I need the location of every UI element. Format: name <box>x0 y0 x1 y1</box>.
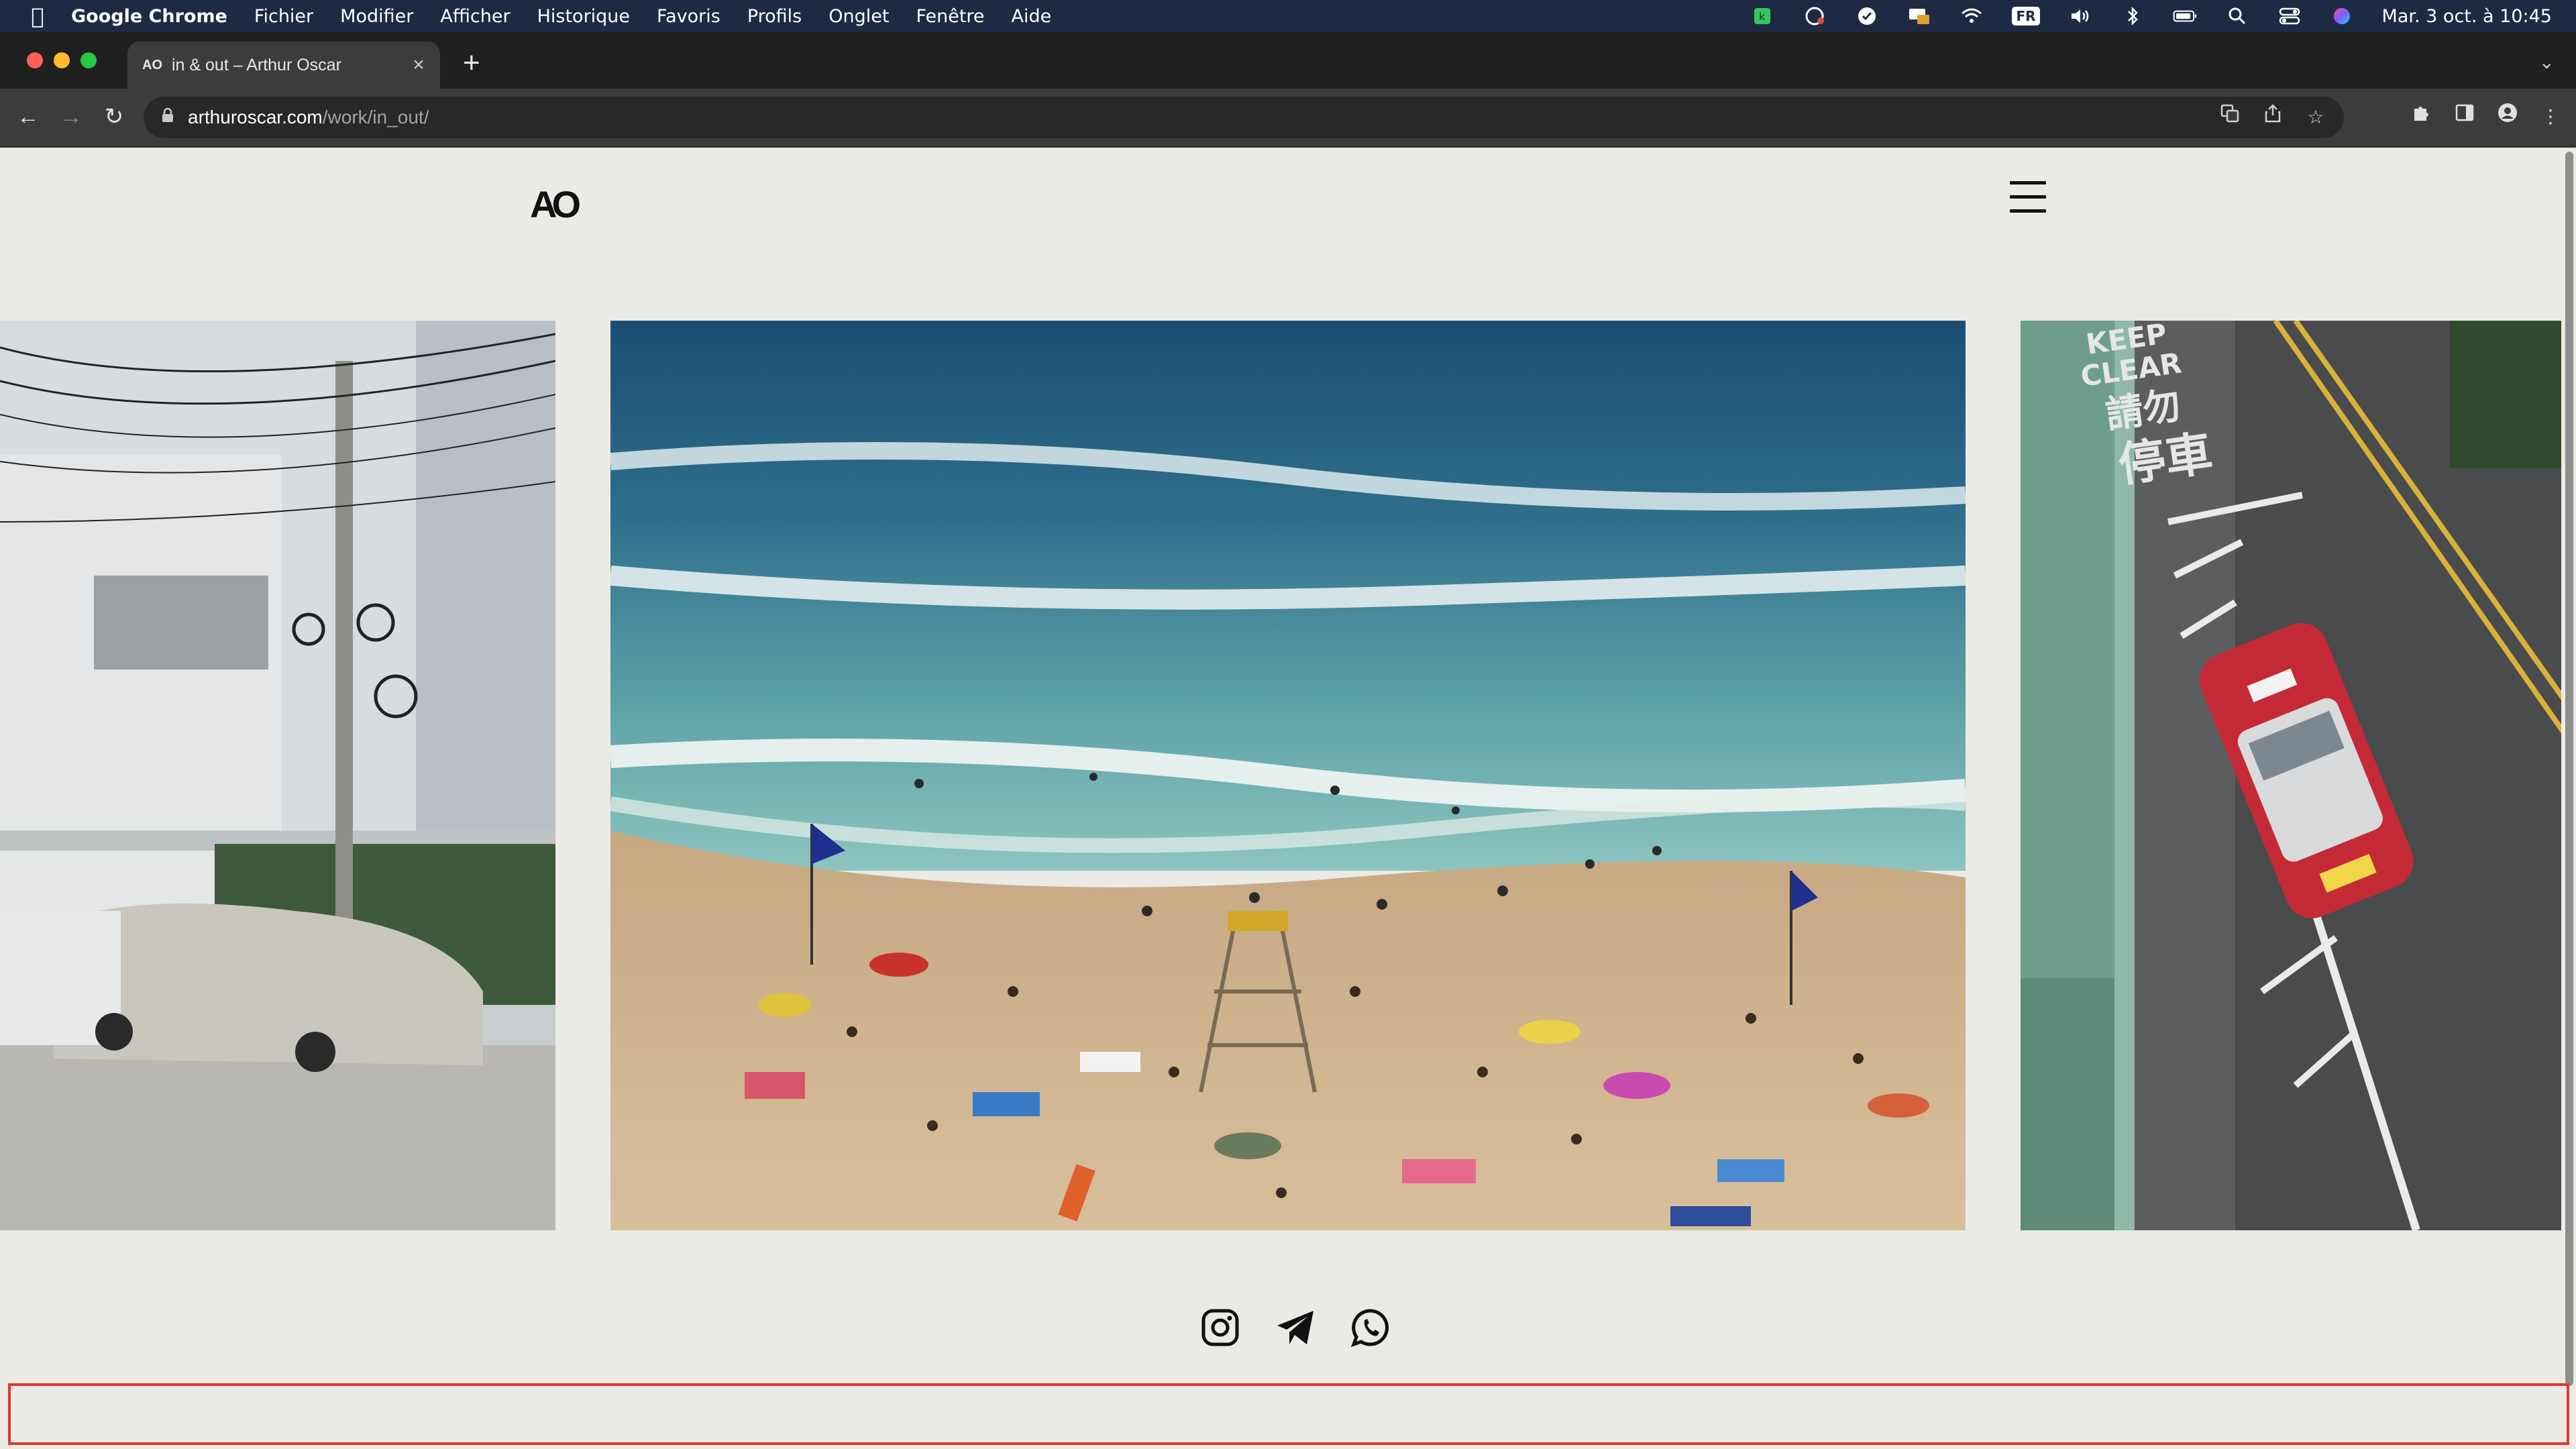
battery-icon[interactable] <box>2173 4 2197 28</box>
instagram-icon[interactable] <box>1199 1307 1241 1348</box>
arrow-left-icon[interactable]: ← <box>13 102 43 131</box>
url-path: /work/in_out/ <box>322 107 429 127</box>
gallery-photo-taxi[interactable]: KEEP CLEAR 請勿 停車 <box>2021 321 2576 1230</box>
menu-onglet[interactable]: Onglet <box>828 6 889 27</box>
translate-icon[interactable] <box>2215 103 2245 132</box>
gallery-photo-beach[interactable] <box>610 321 1966 1230</box>
whatsapp-icon[interactable] <box>1350 1307 1391 1348</box>
bookmark-star-icon[interactable]: ☆ <box>2301 103 2330 132</box>
telegram-icon[interactable] <box>1275 1307 1316 1348</box>
menu-fenetre[interactable]: Fenêtre <box>916 6 984 27</box>
social-links <box>1199 1307 1425 1348</box>
gallery-photo-street-pole[interactable] <box>0 321 555 1230</box>
window-zoom-button[interactable] <box>80 52 97 68</box>
scrollbar-thumb[interactable] <box>2565 152 2573 1386</box>
tab-search-chevron-icon[interactable]: ⌄ <box>2539 51 2555 73</box>
wifi-icon[interactable] <box>1960 4 1984 28</box>
url-host: arthuroscar.com <box>188 107 323 127</box>
menu-aide[interactable]: Aide <box>1012 6 1052 27</box>
browser-tab-strip: AO in & out – Arthur Oscar × + ⌄ <box>0 32 2576 89</box>
hamburger-line <box>2010 195 2046 199</box>
svg-text:k: k <box>1759 10 1766 23</box>
app-status-icon[interactable]: k <box>1750 4 1774 28</box>
browser-toolbar: ← → ↻ arthuroscar.com/work/in_out/ ☆ ⋮ <box>0 89 2576 148</box>
menubar-clock[interactable]: Mar. 3 oct. à 10:45 <box>2382 6 2552 27</box>
address-bar[interactable]: arthuroscar.com/work/in_out/ ☆ <box>144 97 2344 138</box>
tab-favicon: AO <box>142 57 162 72</box>
kebab-menu-icon[interactable]: ⋮ <box>2536 102 2565 131</box>
display-status-icon[interactable] <box>1907 4 1931 28</box>
window-close-button[interactable] <box>27 52 43 68</box>
menu-historique[interactable]: Historique <box>537 6 630 27</box>
new-tab-plus-icon[interactable]: + <box>463 47 480 79</box>
cast-status-icon[interactable] <box>1803 4 1827 28</box>
site-logo[interactable]: AO <box>530 182 581 226</box>
tab-close-icon[interactable]: × <box>405 54 432 76</box>
volume-icon[interactable] <box>2068 4 2092 28</box>
side-panel-icon[interactable] <box>2450 102 2479 131</box>
street-pole-image <box>0 321 555 1230</box>
taxi-image: KEEP CLEAR 請勿 停車 <box>2021 321 2576 1230</box>
extensions-puzzle-icon[interactable] <box>2407 102 2436 131</box>
window-minimize-button[interactable] <box>54 52 70 68</box>
arrow-right-icon[interactable]: → <box>56 102 86 131</box>
apple-icon[interactable]:  <box>27 3 48 29</box>
browser-tab-active[interactable]: AO in & out – Arthur Oscar × <box>127 42 440 89</box>
macos-menubar:  Google Chrome Fichier Modifier Affiche… <box>0 0 2576 32</box>
siri-icon[interactable] <box>2330 4 2354 28</box>
shield-status-icon[interactable] <box>1855 4 1879 28</box>
profile-avatar-icon[interactable] <box>2493 102 2522 131</box>
hamburger-line <box>2010 181 2046 184</box>
menu-fichier[interactable]: Fichier <box>254 6 313 27</box>
control-center-icon[interactable] <box>2277 4 2302 28</box>
spotlight-search-icon[interactable] <box>2225 4 2249 28</box>
hamburger-icon[interactable] <box>2010 181 2046 219</box>
beach-image <box>610 321 1966 1230</box>
page-viewport: AO KEEP CLEAR 請勿 停車 <box>0 148 2576 1449</box>
menu-modifier[interactable]: Modifier <box>340 6 413 27</box>
address-bar-actions: ☆ <box>2215 103 2344 132</box>
toolbar-right-actions: ⋮ <box>2394 102 2565 131</box>
highlight-frame <box>8 1383 2569 1445</box>
menu-profils[interactable]: Profils <box>747 6 802 27</box>
reload-icon[interactable]: ↻ <box>99 102 129 131</box>
hamburger-line <box>2010 209 2046 213</box>
menu-favoris[interactable]: Favoris <box>657 6 720 27</box>
input-source-badge[interactable]: FR <box>2012 7 2040 25</box>
share-icon[interactable] <box>2258 103 2288 132</box>
menu-app-name[interactable]: Google Chrome <box>71 6 227 27</box>
lock-icon[interactable] <box>161 107 180 127</box>
scrollbar-track[interactable] <box>2561 148 2576 1449</box>
menu-afficher[interactable]: Afficher <box>440 6 510 27</box>
tab-title: in & out – Arthur Oscar <box>172 55 341 74</box>
bluetooth-icon[interactable] <box>2121 4 2145 28</box>
